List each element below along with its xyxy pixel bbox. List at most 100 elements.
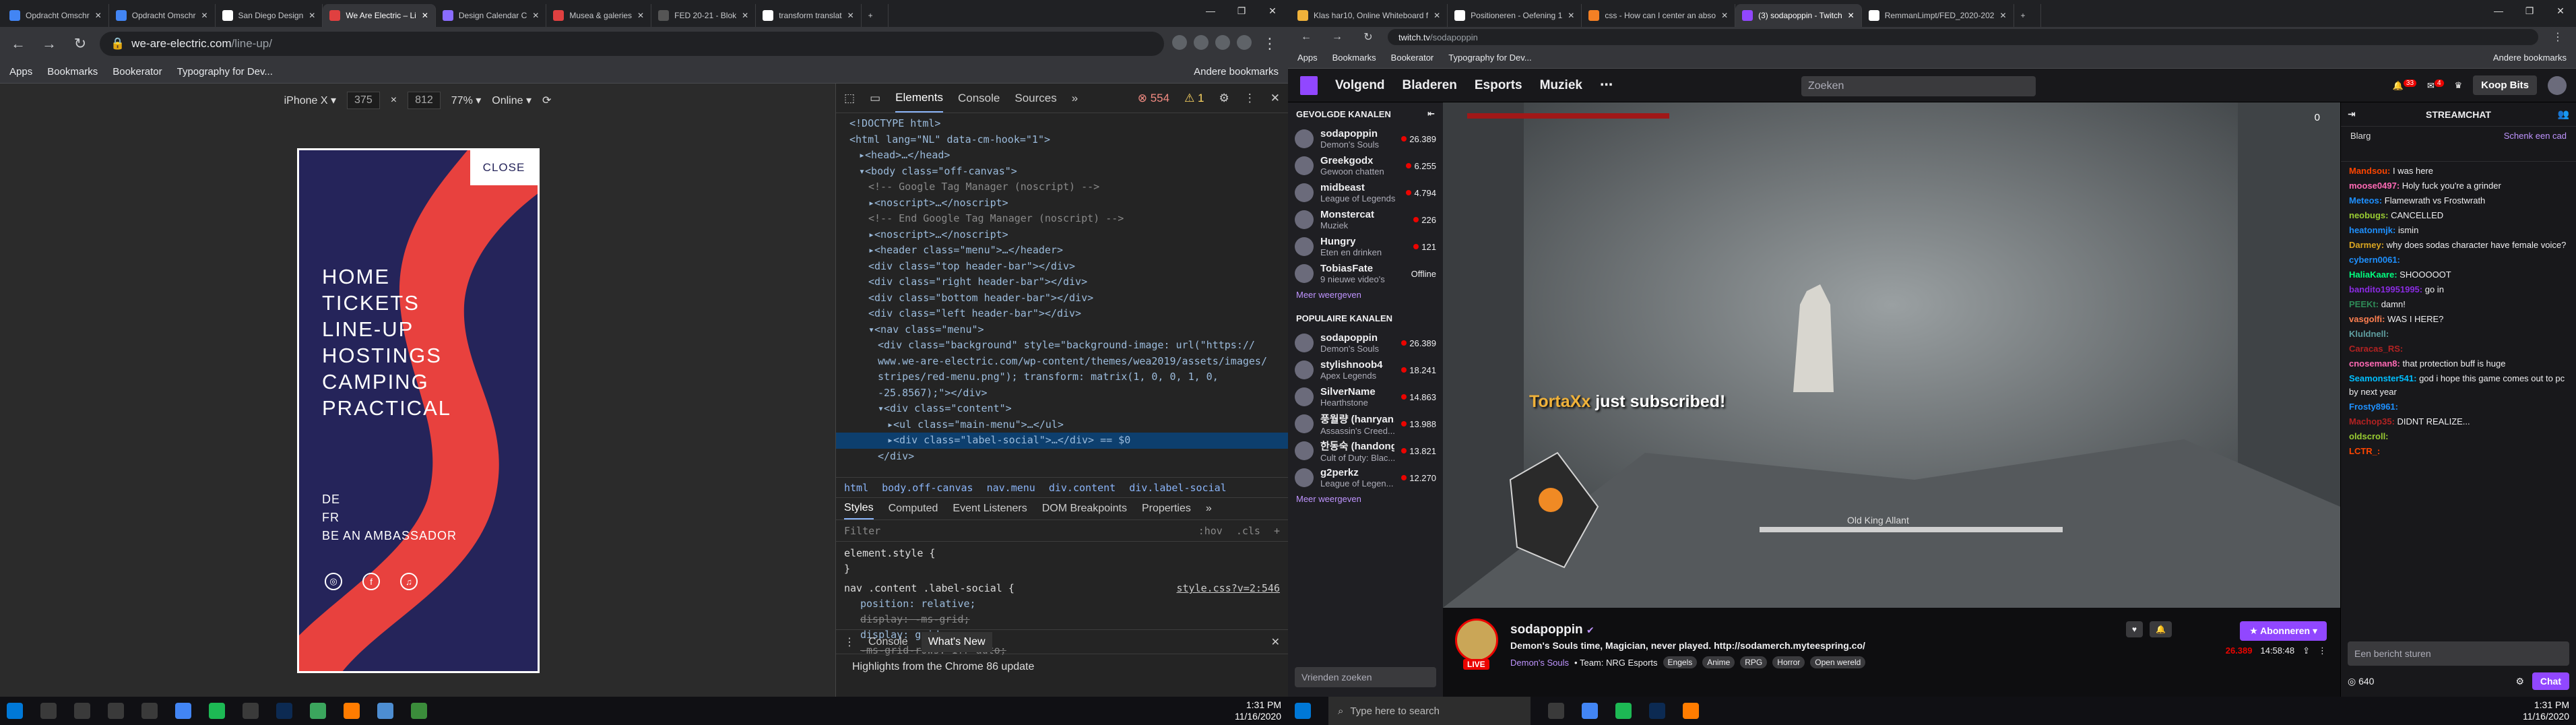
browser-tab[interactable]: Klas har10, Online Whiteboard f ✕: [1291, 4, 1448, 27]
maximize-icon[interactable]: ❐: [1226, 0, 1257, 22]
search-icon[interactable]: [40, 703, 57, 719]
bookmark-apps[interactable]: Apps: [9, 66, 32, 77]
dom-node[interactable]: <!-- End Google Tag Manager (noscript) -…: [836, 211, 1288, 227]
nav-following[interactable]: Volgend: [1335, 78, 1385, 93]
twitch-logo-icon[interactable]: [1300, 75, 1318, 95]
show-more-link[interactable]: Meer weergeven: [1288, 287, 1443, 307]
dom-node[interactable]: -25.8567);"></div>: [836, 385, 1288, 402]
browser-tab[interactable]: We Are Electric – Li ✕: [323, 4, 436, 27]
bookmark-bookerator[interactable]: Bookerator: [112, 66, 162, 77]
breadcrumb-item[interactable]: nav.menu: [987, 482, 1035, 494]
dom-node[interactable]: ▸<div class="label-social">…</div> == $0: [836, 433, 1288, 449]
more-options-icon[interactable]: ⋮: [2318, 645, 2327, 656]
channel-row[interactable]: midbeast League of Legends 4.794: [1288, 179, 1443, 206]
windows-start-icon[interactable]: [1295, 703, 1311, 719]
tab-close-icon[interactable]: ✕: [847, 11, 854, 20]
maximize-icon[interactable]: ❐: [2514, 0, 2545, 22]
chat-username[interactable]: Kluldnell:: [2349, 329, 2389, 339]
tab-close-icon[interactable]: ✕: [309, 11, 315, 20]
chat-username[interactable]: cybern0061:: [2349, 255, 2400, 265]
streamer-avatar[interactable]: [1455, 619, 1498, 662]
user-avatar[interactable]: [2548, 75, 2567, 95]
css-source-link[interactable]: style.css?v=2:546: [1176, 581, 1280, 596]
drawer-tab-whats-new[interactable]: What's New: [921, 631, 992, 652]
tab-close-icon[interactable]: ✕: [1568, 11, 1574, 20]
dom-node[interactable]: <div class="right header-bar"></div>: [836, 274, 1288, 290]
chat-username[interactable]: LCTR_:: [2349, 446, 2380, 456]
device-toggle-icon[interactable]: ▭: [870, 92, 880, 105]
extension-icon[interactable]: [1172, 35, 1187, 50]
browser-tab[interactable]: San Diego Design ✕: [216, 4, 323, 27]
tag-pill[interactable]: RPG: [1740, 656, 1768, 668]
tab-elements[interactable]: Elements: [895, 84, 943, 113]
cortana-icon[interactable]: [74, 703, 90, 719]
drawer-close-icon[interactable]: ✕: [1271, 635, 1280, 649]
chat-username[interactable]: heatonmjk:: [2349, 225, 2395, 235]
dom-node[interactable]: ▾<div class="content">: [836, 401, 1288, 417]
chrome-app-icon[interactable]: [175, 703, 191, 719]
nav-browse[interactable]: Bladeren: [1403, 78, 1457, 93]
chat-username[interactable]: Seamonster541:: [2349, 373, 2416, 383]
more-tabs-icon[interactable]: »: [1072, 92, 1078, 105]
system-clock[interactable]: 1:31 PM 11/16/2020: [2523, 699, 2569, 722]
styles-tab[interactable]: »: [1206, 503, 1212, 515]
menu-item-practical[interactable]: PRACTICAL: [322, 395, 451, 421]
reload-icon[interactable]: ↻: [1357, 30, 1380, 44]
css-prop[interactable]: display: -ms-grid;: [844, 612, 1280, 627]
chat-username[interactable]: neobugs:: [2349, 210, 2389, 220]
dom-node[interactable]: <!DOCTYPE html>: [836, 116, 1288, 132]
dom-node[interactable]: ▸<header class="menu">…</header>: [836, 243, 1288, 259]
app-icon[interactable]: [310, 703, 326, 719]
tab-close-icon[interactable]: ✕: [1999, 11, 2006, 20]
error-count[interactable]: ⊗ 554: [1138, 92, 1169, 105]
back-icon[interactable]: ←: [1295, 31, 1318, 43]
channel-row[interactable]: 풍월량 (hanryan... Assassin's Creed... 13.988: [1288, 410, 1443, 437]
kebab-menu-icon[interactable]: ⋮: [2546, 30, 2569, 44]
show-more-link[interactable]: Meer weergeven: [1288, 491, 1443, 511]
styles-tab[interactable]: Computed: [889, 503, 938, 515]
chat-username[interactable]: bandito19951995:: [2349, 284, 2422, 294]
dom-node[interactable]: <html lang="NL" data-cm-hook="1">: [836, 132, 1288, 148]
new-tab-button[interactable]: +: [2014, 4, 2041, 27]
throttle-select[interactable]: Online ▾: [492, 94, 532, 107]
facebook-icon[interactable]: f: [362, 573, 380, 590]
find-friends-input[interactable]: Vrienden zoeken: [1295, 667, 1436, 687]
browser-tab[interactable]: (3) sodapoppin - Twitch ✕: [1735, 4, 1862, 27]
channel-row[interactable]: Greekgodx Gewoon chatten 6.255: [1288, 152, 1443, 179]
chrome-app-icon[interactable]: [1582, 703, 1598, 719]
channel-row[interactable]: 한동숙 (handong...Cult of Duty: Blac... 13.8…: [1288, 437, 1443, 464]
tab-close-icon[interactable]: ✕: [1848, 11, 1855, 20]
breadcrumb-item[interactable]: div.content: [1049, 482, 1116, 494]
dom-node[interactable]: ▸<ul class="main-menu">…</ul>: [836, 417, 1288, 433]
chat-username[interactable]: moose0497:: [2349, 181, 2400, 191]
browser-tab[interactable]: FED 20-21 - Blok ✕: [651, 4, 756, 27]
menu-item-hostings[interactable]: HOSTINGS: [322, 342, 451, 369]
dom-node[interactable]: </div>: [836, 449, 1288, 465]
chat-send-button[interactable]: Chat: [2532, 672, 2569, 690]
close-icon[interactable]: ✕: [1257, 0, 1288, 22]
profile-avatar[interactable]: [1237, 35, 1252, 50]
css-selector[interactable]: nav .content .label-social {: [844, 581, 1015, 596]
channel-row[interactable]: stylishnoob4 Apex Legends 18.241: [1288, 356, 1443, 383]
minimize-icon[interactable]: —: [2483, 0, 2514, 22]
dom-node[interactable]: <div class="left header-bar"></div>: [836, 306, 1288, 322]
styles-tab[interactable]: Styles: [844, 498, 874, 519]
illustrator-app-icon[interactable]: [344, 703, 360, 719]
add-rule-icon[interactable]: +: [1274, 525, 1280, 537]
browser-tab[interactable]: RemmanLimpt/FED_2020-202 ✕: [1862, 4, 2014, 27]
windows-start-icon[interactable]: [7, 703, 23, 719]
crown-icon[interactable]: ♛: [2455, 80, 2463, 91]
extension-icon[interactable]: [1215, 35, 1230, 50]
chat-users-icon[interactable]: 👥: [2558, 108, 2569, 120]
subscribe-button[interactable]: ★ Abonneren ▾: [2240, 621, 2327, 641]
chat-username[interactable]: PEEKt:: [2349, 299, 2379, 309]
reload-icon[interactable]: ↻: [69, 35, 92, 53]
chat-username[interactable]: Mandsou:: [2349, 166, 2390, 176]
streamer-name[interactable]: sodapoppin ✔: [1510, 623, 1595, 637]
kebab-menu-icon[interactable]: ⋮: [1258, 35, 1281, 53]
chat-input[interactable]: Een bericht sturen: [2348, 641, 2569, 666]
address-bar[interactable]: 🔒 we-are-electric.com/line-up/: [100, 32, 1164, 56]
tab-close-icon[interactable]: ✕: [1434, 11, 1440, 20]
system-clock[interactable]: 1:31 PM 11/16/2020: [1235, 699, 1281, 722]
drawer-tab-console[interactable]: Console: [868, 636, 908, 648]
